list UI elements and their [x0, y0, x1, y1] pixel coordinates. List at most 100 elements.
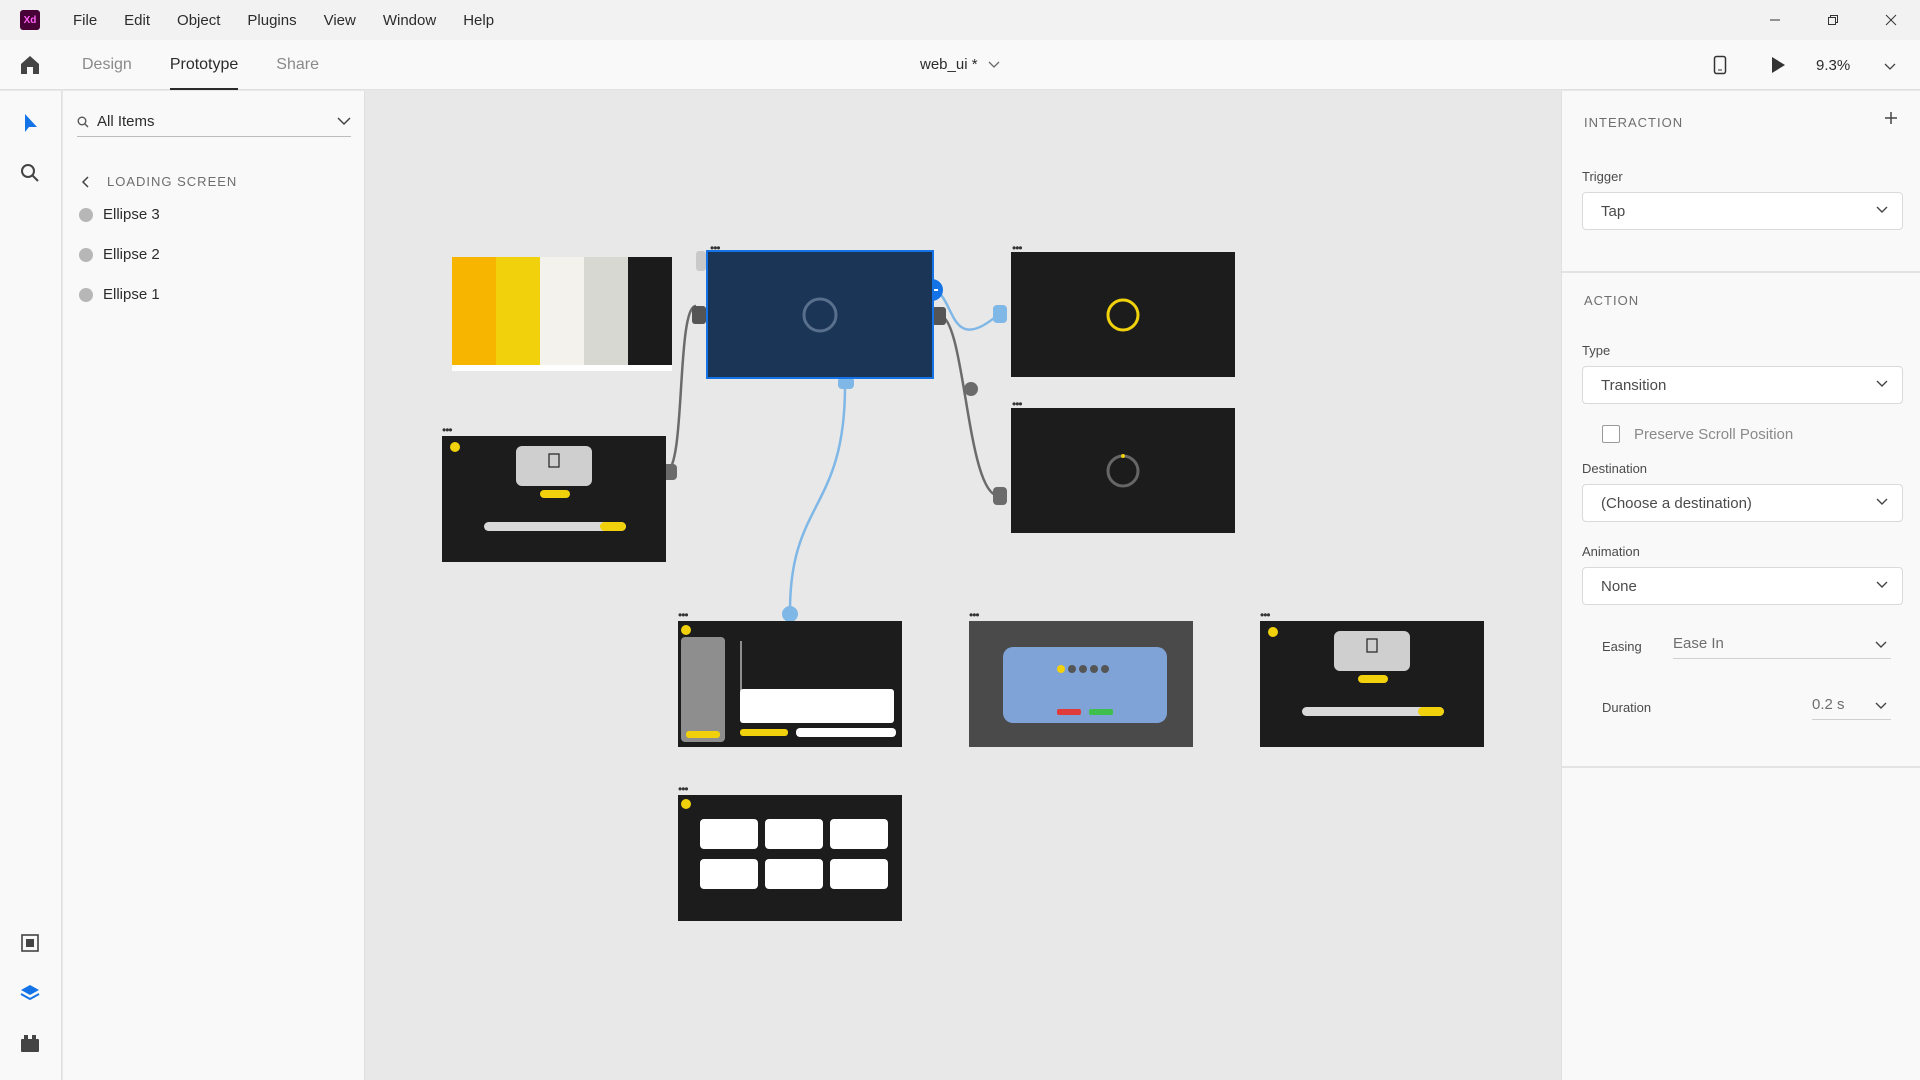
- wire-blue[interactable]: [788, 385, 847, 615]
- app-logo-icon: [1268, 627, 1278, 637]
- layer-item[interactable]: Ellipse 3: [79, 206, 160, 223]
- menu-help[interactable]: Help: [463, 12, 494, 29]
- loading-screen-artboard-2[interactable]: [1011, 252, 1235, 377]
- window-controls: [1746, 0, 1920, 40]
- rating-dialog-artboard[interactable]: [969, 621, 1193, 747]
- duration-value: 0.2 s: [1812, 696, 1845, 713]
- type-dropdown[interactable]: Transition: [1582, 366, 1903, 404]
- wire-handle[interactable]: [932, 307, 946, 325]
- document-title[interactable]: web_ui *: [920, 40, 1000, 90]
- card-preview: [765, 859, 823, 889]
- artboard-menu-dots[interactable]: •••: [678, 609, 689, 621]
- animation-value: None: [1601, 577, 1637, 595]
- plugins-button[interactable]: [18, 1031, 42, 1055]
- layers-breadcrumb[interactable]: LOADING SCREEN: [81, 174, 237, 189]
- animation-dropdown[interactable]: None: [1582, 567, 1903, 605]
- menu-object[interactable]: Object: [177, 12, 220, 29]
- submit-button-preview: [1089, 709, 1113, 715]
- document-assets-button[interactable]: [18, 931, 42, 955]
- chevron-down-icon: [1875, 641, 1887, 648]
- play-preview-button[interactable]: [1758, 56, 1798, 74]
- chevron-down-icon: [1876, 380, 1888, 387]
- prototype-canvas[interactable]: ••• ••• ••• ••• ••• ••• ••• •••: [366, 91, 1561, 1080]
- wire-target-node[interactable]: [782, 606, 798, 622]
- breadcrumb-label: LOADING SCREEN: [107, 174, 238, 189]
- artboard-menu-dots[interactable]: •••: [710, 242, 721, 254]
- add-interaction-button[interactable]: [1884, 108, 1898, 131]
- checkbox[interactable]: [1602, 425, 1620, 443]
- minimize-button[interactable]: [1746, 0, 1804, 40]
- layers-filter-value: All Items: [97, 113, 155, 130]
- home-icon: [21, 56, 39, 74]
- artboard-menu-dots[interactable]: •••: [1012, 398, 1023, 410]
- color-swatch: [452, 257, 496, 365]
- button-preview: [740, 729, 788, 736]
- tab-design[interactable]: Design: [82, 40, 132, 90]
- prototype-wires: [663, 279, 1007, 622]
- artboard-menu-dots[interactable]: •••: [442, 424, 453, 436]
- loading-screen-artboard-selected[interactable]: [706, 250, 934, 379]
- zoom-tool-button[interactable]: [18, 161, 42, 185]
- menu-window[interactable]: Window: [383, 12, 436, 29]
- loading-screen-artboard-3[interactable]: [1011, 408, 1235, 533]
- wire-gray[interactable]: [938, 313, 1001, 498]
- artboard-menu-dots[interactable]: •••: [1012, 242, 1023, 254]
- destination-dropdown[interactable]: (Choose a destination): [1582, 484, 1903, 522]
- trigger-label: Trigger: [1582, 169, 1623, 184]
- wire-node[interactable]: [964, 382, 978, 396]
- card-preview: [700, 819, 758, 849]
- tab-prototype[interactable]: Prototype: [169, 40, 239, 90]
- close-button[interactable]: [1862, 0, 1920, 40]
- card-preview: [830, 859, 888, 889]
- chevron-down-icon: [1884, 63, 1896, 70]
- upload-screen-artboard[interactable]: [442, 436, 666, 562]
- analyze-button-preview: [600, 522, 626, 531]
- layers-filter-dropdown[interactable]: All Items: [77, 107, 351, 137]
- artboard-tab[interactable]: [696, 251, 706, 271]
- layer-item[interactable]: Ellipse 1: [79, 286, 160, 303]
- preserve-scroll-label: Preserve Scroll Position: [1634, 425, 1794, 443]
- easing-dropdown[interactable]: Ease In: [1673, 635, 1891, 659]
- search-icon: [77, 116, 89, 127]
- menu-plugins[interactable]: Plugins: [247, 12, 296, 29]
- select-tool-button[interactable]: [18, 111, 42, 135]
- analyze-button-preview: [1418, 707, 1444, 716]
- trigger-dropdown[interactable]: Tap: [1582, 192, 1903, 230]
- interaction-header: INTERACTION: [1584, 115, 1684, 130]
- data-extraction-artboard[interactable]: [678, 621, 902, 747]
- type-label: Type: [1582, 343, 1611, 358]
- layers-button[interactable]: [18, 981, 42, 1005]
- tab-share[interactable]: Share: [276, 40, 319, 90]
- wire-handle[interactable]: [993, 305, 1007, 323]
- layer-item[interactable]: Ellipse 2: [79, 246, 160, 263]
- home-button[interactable]: [18, 53, 42, 77]
- color-palette-artboard[interactable]: [452, 257, 672, 371]
- card-preview: [830, 819, 888, 849]
- mode-tabs: Design Prototype Share: [82, 40, 357, 90]
- preserve-scroll-checkbox[interactable]: Preserve Scroll Position: [1602, 425, 1793, 443]
- select-arrow-icon: [25, 114, 37, 132]
- toolbar-right: 9.3%: [1700, 40, 1920, 90]
- upload-screen-artboard-2[interactable]: [1260, 621, 1484, 747]
- artboard-menu-dots[interactable]: •••: [969, 609, 980, 621]
- menu-file[interactable]: File: [73, 12, 97, 29]
- wire-handle[interactable]: [838, 377, 854, 389]
- rating-dialog-preview: [1003, 647, 1167, 723]
- wire-handle[interactable]: [692, 306, 706, 324]
- duration-dropdown[interactable]: 0.2 s: [1812, 696, 1891, 720]
- card-preview: [765, 819, 823, 849]
- loading-spinner-icon: [802, 297, 838, 333]
- wire-handle[interactable]: [993, 487, 1007, 505]
- suggested-items-artboard[interactable]: [678, 795, 902, 921]
- artboard-menu-dots[interactable]: •••: [678, 783, 689, 795]
- device-preview-button[interactable]: [1700, 55, 1740, 75]
- restore-button[interactable]: [1804, 0, 1862, 40]
- plugins-icon: [21, 1035, 39, 1052]
- zoom-dropdown[interactable]: 9.3%: [1816, 57, 1896, 74]
- artboard-menu-dots[interactable]: •••: [1260, 609, 1271, 621]
- menu-view[interactable]: View: [324, 12, 356, 29]
- text-lines-preview: [740, 641, 800, 691]
- menu-edit[interactable]: Edit: [124, 12, 150, 29]
- chevron-down-icon: [337, 117, 351, 126]
- layers-panel: All Items LOADING SCREEN Ellipse 3 Ellip…: [63, 91, 365, 1080]
